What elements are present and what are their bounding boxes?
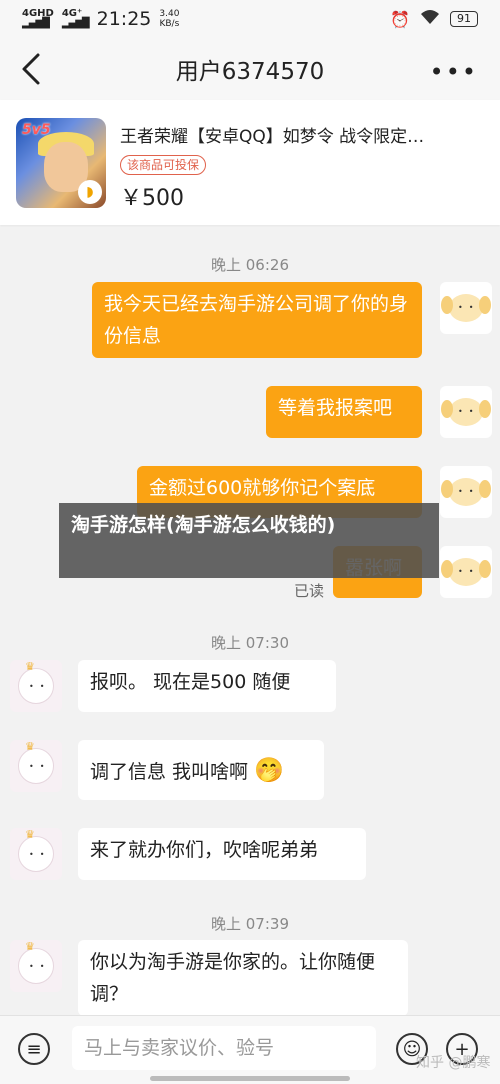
message-bubble-incoming[interactable]: 调了信息 我叫啥啊 🤭: [78, 740, 324, 800]
dog-avatar-icon: ••: [441, 558, 491, 586]
dog-avatar-icon: ••: [441, 398, 491, 426]
timestamp: 晚上 06:26: [211, 256, 289, 274]
message-bubble-outgoing[interactable]: 等着我报案吧: [266, 386, 422, 438]
avatar-seller[interactable]: ♛ ••: [10, 940, 62, 992]
avatar-self[interactable]: ••: [440, 546, 492, 598]
insurance-badge: 该商品可投保: [120, 155, 207, 175]
message-bubble-incoming[interactable]: 来了就办你们，吹啥呢弟弟: [78, 828, 366, 880]
avatar-self[interactable]: ••: [440, 466, 492, 518]
avatar-seller[interactable]: ♛ ••: [10, 740, 62, 792]
signal-indicator-2: 4G⁺ ▂▄▆█: [61, 9, 90, 29]
dog-avatar-icon: ••: [441, 294, 491, 322]
network-speed-value: 3.40: [159, 9, 180, 19]
message-input[interactable]: [72, 1026, 376, 1070]
avatar-self[interactable]: ••: [440, 386, 492, 438]
avatar-self[interactable]: ••: [440, 282, 492, 334]
network-speed-unit: KB/s: [159, 19, 180, 29]
bunny-avatar-icon: ♛ ••: [18, 940, 54, 984]
clock: 21:25: [96, 8, 152, 30]
product-price: ￥500: [120, 186, 184, 211]
read-receipt: 已读: [294, 582, 325, 600]
dog-avatar-icon: ••: [441, 478, 491, 506]
timestamp: 晚上 07:39: [211, 915, 289, 933]
product-title: 王者荣耀【安卓QQ】如梦令 战令限定…: [120, 127, 425, 147]
product-image: 5v5 ◗: [16, 118, 106, 208]
bunny-avatar-icon: ♛ ••: [18, 828, 54, 872]
menu-icon[interactable]: ≡: [18, 1033, 50, 1065]
game-logo: 5v5: [22, 122, 51, 138]
product-card[interactable]: 5v5 ◗ 王者荣耀【安卓QQ】如梦令 战令限定… 该商品可投保 ￥500: [0, 100, 500, 225]
message-bubble-incoming[interactable]: 你以为淘手游是你家的。让你随便调？: [78, 940, 408, 1016]
avatar-seller[interactable]: ♛ ••: [10, 828, 62, 880]
battery-indicator: 91: [450, 11, 478, 27]
alarm-icon: ⏰: [390, 9, 410, 29]
status-bar: 4GHD ▂▄▆█ 4G⁺ ▂▄▆█ 21:25 3.40 KB/s ⏰ 91: [0, 0, 500, 38]
qq-icon: ◗: [78, 180, 102, 204]
network-speed: 3.40 KB/s: [159, 9, 179, 29]
emoji-icon: 🤭: [254, 756, 284, 784]
wifi-icon: [420, 9, 440, 29]
avatar-seller[interactable]: ♛ ••: [10, 660, 62, 712]
message-text: 调了信息 我叫啥啊: [90, 761, 249, 783]
back-arrow-icon: [22, 53, 40, 85]
back-button[interactable]: [18, 52, 48, 86]
article-title-overlay: 淘手游怎样(淘手游怎么收钱的): [59, 503, 439, 578]
nav-bar: 用户6374570 •••: [0, 38, 500, 100]
timestamp: 晚上 07:30: [211, 634, 289, 652]
watermark: 知乎 @鹏寒: [416, 1055, 491, 1071]
bunny-avatar-icon: ♛ ••: [18, 740, 54, 784]
bunny-avatar-icon: ♛ ••: [18, 660, 54, 704]
page-title: 用户6374570: [175, 59, 325, 85]
home-indicator: [150, 1076, 350, 1081]
more-options-icon[interactable]: •••: [430, 58, 478, 86]
message-bubble-outgoing[interactable]: 我今天已经去淘手游公司调了你的身份信息: [92, 282, 422, 358]
input-bar: ≡ ☺ +: [0, 1015, 500, 1084]
signal-bars-icon: ▂▄▆█: [22, 18, 50, 29]
signal-bars-2-icon: ▂▄▆█: [61, 18, 90, 29]
signal-indicator: 4GHD ▂▄▆█: [22, 9, 54, 29]
message-bubble-incoming[interactable]: 报呗。 现在是500 随便: [78, 660, 336, 712]
